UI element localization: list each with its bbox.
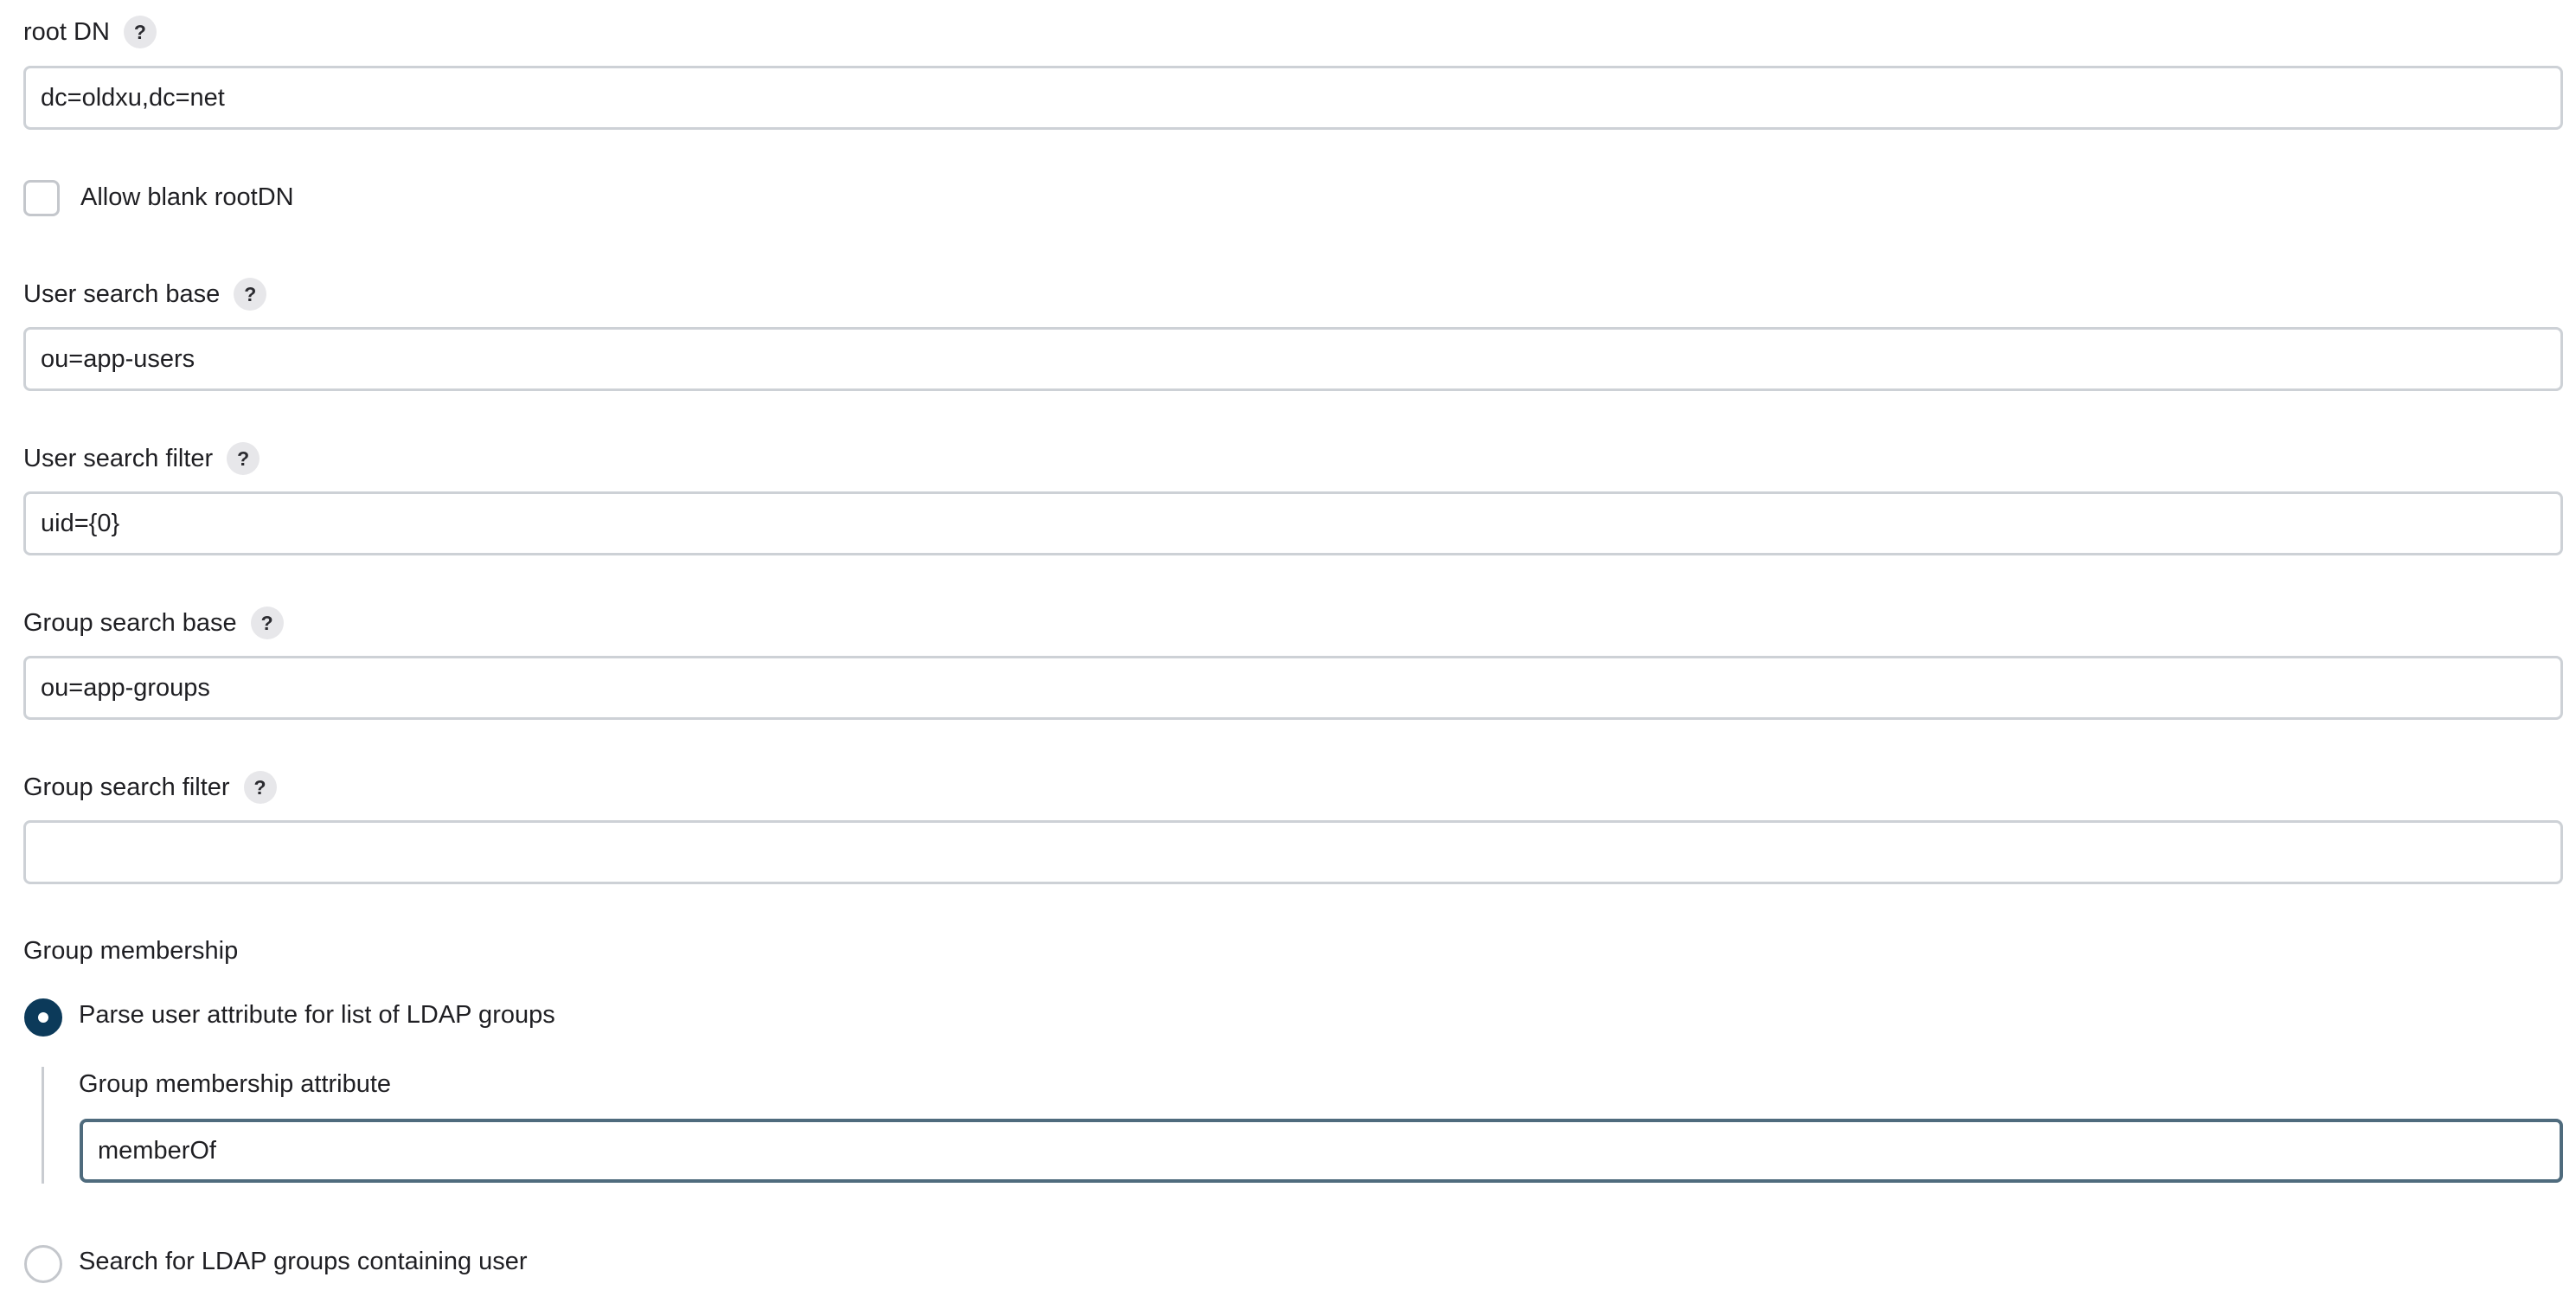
root-dn-label: root DN — [23, 17, 110, 46]
search-ldap-groups-label[interactable]: Search for LDAP groups containing user — [79, 1248, 528, 1276]
user-search-base-input[interactable] — [23, 327, 2563, 391]
group-search-filter-label: Group search filter — [23, 773, 230, 801]
parse-user-attribute-radio[interactable] — [24, 998, 62, 1037]
group-search-base-label: Group search base — [23, 608, 237, 637]
group-search-filter-input[interactable] — [23, 820, 2563, 884]
help-icon[interactable]: ? — [243, 771, 277, 804]
root-dn-label-row: root DN ? — [23, 13, 157, 51]
group-membership-heading: Group membership — [23, 937, 239, 965]
help-icon[interactable]: ? — [250, 607, 284, 639]
group-search-filter-label-row: Group search filter ? — [23, 768, 277, 806]
group-search-base-input[interactable] — [23, 656, 2563, 720]
parse-user-attribute-label[interactable]: Parse user attribute for list of LDAP gr… — [79, 1001, 555, 1030]
user-search-filter-label-row: User search filter ? — [23, 440, 260, 478]
group-membership-attribute-input[interactable] — [80, 1119, 2563, 1183]
allow-blank-rootdn-checkbox[interactable] — [23, 180, 60, 216]
search-ldap-groups-radio[interactable] — [24, 1245, 62, 1283]
help-icon[interactable]: ? — [227, 442, 260, 475]
help-icon[interactable]: ? — [234, 278, 267, 311]
radio-dot — [38, 1012, 48, 1023]
user-search-base-label: User search base — [23, 279, 221, 308]
allow-blank-rootdn-label: Allow blank rootDN — [80, 183, 294, 211]
user-search-base-label-row: User search base ? — [23, 275, 267, 313]
user-search-filter-label: User search filter — [23, 444, 214, 472]
user-search-filter-input[interactable] — [23, 491, 2563, 555]
root-dn-input[interactable] — [23, 66, 2563, 130]
group-membership-attribute-label: Group membership attribute — [79, 1070, 392, 1098]
nested-option-indent-bar — [42, 1067, 44, 1184]
help-icon[interactable]: ? — [123, 16, 157, 48]
group-search-base-label-row: Group search base ? — [23, 604, 284, 642]
